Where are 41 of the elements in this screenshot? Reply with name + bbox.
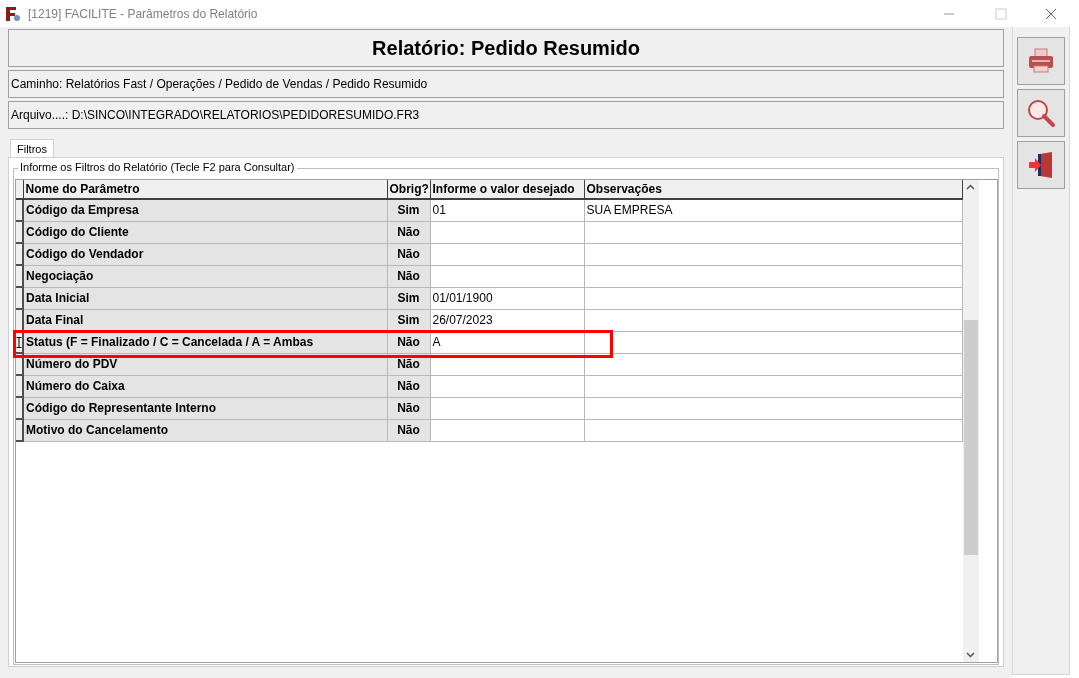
scrollbar-thumb[interactable]	[963, 320, 978, 555]
parameter-name-cell: Número do Caixa	[23, 375, 387, 397]
value-field[interactable]	[430, 375, 584, 397]
column-header[interactable]: Obrig?	[387, 180, 430, 199]
column-header[interactable]: Observações	[584, 180, 962, 199]
maximize-icon[interactable]	[995, 7, 1007, 20]
app-icon	[4, 4, 22, 23]
search-button[interactable]	[1017, 89, 1065, 137]
parameter-name-cell: Motivo do Cancelamento	[23, 419, 387, 441]
value-field[interactable]	[430, 265, 584, 287]
notes-cell: SUA EMPRESA	[584, 199, 962, 221]
parameter-name-cell: Código da Empresa	[23, 199, 387, 221]
print-button[interactable]	[1017, 37, 1065, 85]
parameter-name-cell: Código do Vendador	[23, 243, 387, 265]
value-field[interactable]: 01	[430, 199, 584, 221]
parameter-name-cell: Código do Cliente	[23, 221, 387, 243]
parameter-name-cell: Negociação	[23, 265, 387, 287]
parameter-name-cell: Status (F = Finalizado / C = Cancelada / A = Ambas	[23, 331, 387, 353]
value-field[interactable]: 26/07/2023	[430, 309, 584, 331]
report-title: Relatório: Pedido Resumido	[372, 36, 640, 61]
value-field[interactable]: 01/01/1900	[430, 287, 584, 309]
search-icon	[1026, 98, 1056, 128]
column-header[interactable]: Informe o valor desejado	[430, 180, 584, 199]
file-text: Arquivo....: D:\SINCO\INTEGRADO\RELATORIOS\PEDIDORESUMIDO.FR3	[11, 107, 420, 124]
parameter-name-cell: Data Inicial	[23, 287, 387, 309]
parameter-name-cell: Data Final	[23, 309, 387, 331]
scroll-down-icon[interactable]	[966, 652, 975, 658]
value-field[interactable]	[430, 397, 584, 419]
exit-button[interactable]	[1017, 141, 1065, 189]
window-title: [1219] FACILITE - Parâmetros do Relatório	[28, 5, 258, 23]
parameter-name-cell: Código do Representante Interno	[23, 397, 387, 419]
scroll-up-icon[interactable]	[966, 184, 975, 190]
close-icon[interactable]	[1045, 7, 1057, 20]
printer-icon	[1026, 46, 1056, 76]
value-field[interactable]	[430, 221, 584, 243]
value-field[interactable]	[430, 419, 584, 441]
value-field[interactable]	[430, 243, 584, 265]
path-text: Caminho: Relatórios Fast / Operações / Pedido de Vendas / Pedido Resumido	[11, 76, 428, 93]
column-header[interactable]: Nome do Parâmetro	[23, 180, 387, 199]
group-label: Informe os Filtros do Relatório (Tecle F2 para Consultar)	[18, 160, 297, 174]
scrollbar[interactable]	[962, 180, 979, 662]
